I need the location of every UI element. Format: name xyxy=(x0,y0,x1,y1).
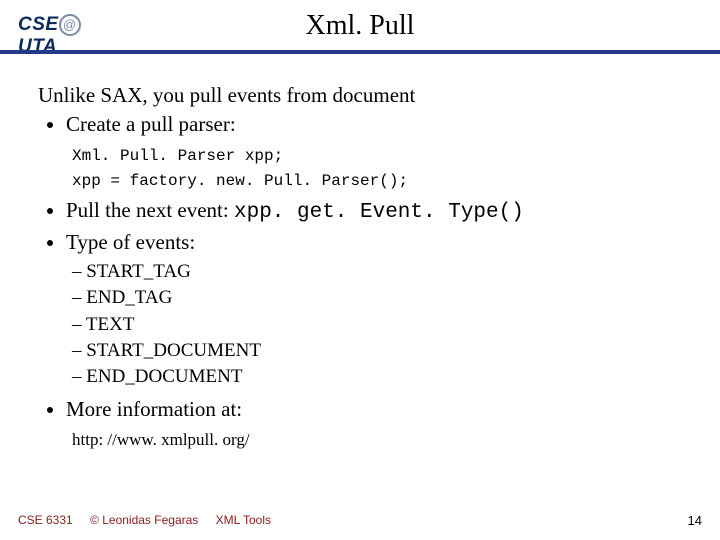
pull-event-code: xpp. get. Event. Type() xyxy=(234,201,524,224)
footer-left: CSE 6331 © Leonidas Fegaras XML Tools xyxy=(18,513,285,527)
slide-header: CSE@UTA Xml. Pull xyxy=(0,0,720,54)
event-type-item: END_TAG xyxy=(72,286,682,310)
pull-event-text: Pull the next event: xyxy=(66,198,234,222)
code-line-1: Xml. Pull. Parser xpp; xyxy=(72,147,283,165)
header-rule xyxy=(0,50,720,54)
footer-copyright: © Leonidas Fegaras xyxy=(90,513,198,527)
event-type-item: TEXT xyxy=(72,313,682,337)
bullet-more-info: More information at: xyxy=(66,396,682,423)
bullet-create-parser: Create a pull parser: xyxy=(66,111,682,138)
info-url: http: //www. xmlpull. org/ xyxy=(72,429,682,451)
logo: CSE@UTA xyxy=(18,14,108,38)
event-type-item: START_TAG xyxy=(72,260,682,284)
page-title: Xml. Pull xyxy=(0,0,720,42)
event-type-list: START_TAG END_TAG TEXT START_DOCUMENT EN… xyxy=(38,260,682,390)
logo-left: CSE xyxy=(18,14,59,35)
slide-content: Unlike SAX, you pull events from documen… xyxy=(0,54,720,450)
intro-text: Unlike SAX, you pull events from documen… xyxy=(38,82,682,109)
slide-footer: CSE 6331 © Leonidas Fegaras XML Tools 14 xyxy=(18,513,702,528)
bullet-list-3: More information at: xyxy=(38,396,682,423)
footer-topic: XML Tools xyxy=(216,513,271,527)
bullet-list-2: Pull the next event: xpp. get. Event. Ty… xyxy=(38,197,682,256)
code-line-2: xpp = factory. new. Pull. Parser(); xyxy=(72,172,408,190)
bullet-list: Create a pull parser: xyxy=(38,111,682,138)
bullet-type-events: Type of events: xyxy=(66,229,682,256)
event-type-item: START_DOCUMENT xyxy=(72,339,682,363)
page-number: 14 xyxy=(688,513,702,528)
bullet-pull-event: Pull the next event: xpp. get. Event. Ty… xyxy=(66,197,682,227)
event-type-item: END_DOCUMENT xyxy=(72,365,682,389)
code-block: Xml. Pull. Parser xpp; xpp = factory. ne… xyxy=(72,144,682,194)
at-icon: @ xyxy=(59,14,81,36)
footer-course: CSE 6331 xyxy=(18,513,73,527)
